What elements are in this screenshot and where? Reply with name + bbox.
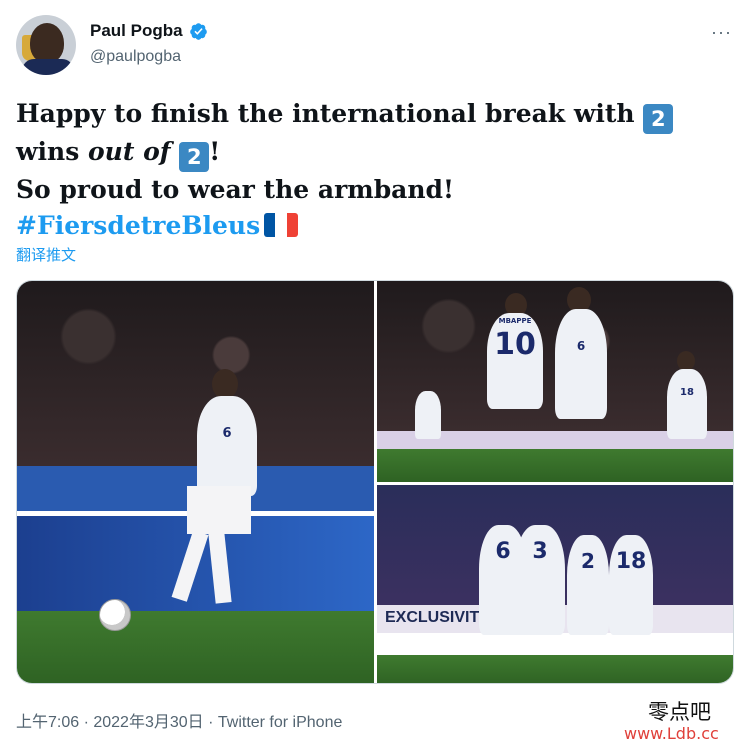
jersey-number: 3 — [532, 539, 548, 564]
verified-badge-icon — [189, 22, 207, 40]
tweet-italic-text: out of — [87, 137, 171, 166]
tweet-line-3: So proud to wear the armband! — [16, 175, 455, 204]
player-shirt: 18 — [667, 369, 707, 439]
banner-text: EXCLUSIVITÉ — [385, 609, 490, 626]
display-name[interactable]: Paul Pogba — [90, 21, 183, 41]
crowd-background — [17, 281, 374, 466]
photo-2[interactable]: MBAPPE 10 6 18 — [377, 281, 733, 482]
jersey-number: 2 — [581, 549, 595, 573]
tweet-line-1-text: Happy to finish the international break … — [16, 99, 644, 128]
keycap-digit-icon: 2 — [643, 104, 674, 134]
france-flag-icon — [264, 213, 299, 237]
player-head — [212, 369, 238, 399]
jersey-number: 6 — [576, 339, 586, 353]
watermark-text: 零点吧 — [648, 700, 711, 724]
tweet-line-2-text: wins — [16, 137, 88, 166]
player-shirt: MBAPPE 10 — [487, 313, 543, 409]
translate-tweet-link[interactable]: 翻译推文 — [16, 244, 76, 265]
player-shirt: 3 — [515, 525, 565, 635]
pitch — [377, 655, 733, 683]
avatar-shirt — [22, 59, 74, 75]
more-options-icon[interactable]: ··· — [711, 22, 732, 43]
handle[interactable]: @paulpogba — [90, 48, 181, 66]
pitch — [17, 611, 374, 683]
keycap-digit-icon: 2 — [179, 142, 210, 172]
jersey-number: 18 — [680, 387, 694, 398]
player-shirt: 6 — [555, 309, 607, 419]
player-head — [677, 351, 695, 371]
player-shorts — [187, 486, 251, 534]
author-name-row: Paul Pogba — [90, 21, 208, 41]
hashtag-link[interactable]: #FiersdetreBleus — [16, 211, 260, 240]
photo-3[interactable]: EXCLUSIVITÉ 6 3 2 18 — [377, 485, 733, 683]
player-shirt: 18 — [609, 535, 653, 635]
player-shirt: 6 — [197, 396, 257, 496]
media-grid: 6 MBAPPE 10 6 18 EXCLUSIVITÉ 6 3 2 18 — [16, 280, 734, 684]
tweet-exclaim: ! — [209, 137, 221, 166]
tweet-line-4: #FiersdetreBleus — [16, 208, 716, 244]
player-shirt: 2 — [567, 535, 609, 635]
jersey-number: 10 — [494, 327, 536, 362]
tweet-line-2: wins out of 2! — [16, 134, 716, 172]
pitch — [377, 449, 733, 482]
tweet-space — [171, 137, 180, 166]
photo-1[interactable]: 6 — [17, 281, 374, 683]
jersey-name: MBAPPE — [498, 317, 532, 325]
avatar[interactable] — [16, 15, 76, 75]
watermark-url: www.Ldb.cc — [624, 724, 719, 743]
tweet-text: Happy to finish the international break … — [16, 96, 716, 244]
player-shirt — [415, 391, 441, 439]
tweet-line-1: Happy to finish the international break … — [16, 96, 716, 134]
football — [99, 599, 131, 631]
avatar-face — [30, 23, 64, 63]
jersey-number: 18 — [615, 549, 647, 574]
tweet-meta: 上午7:06 · 2022年3月30日 · Twitter for iPhone — [16, 714, 343, 731]
jersey-number: 6 — [222, 426, 232, 441]
